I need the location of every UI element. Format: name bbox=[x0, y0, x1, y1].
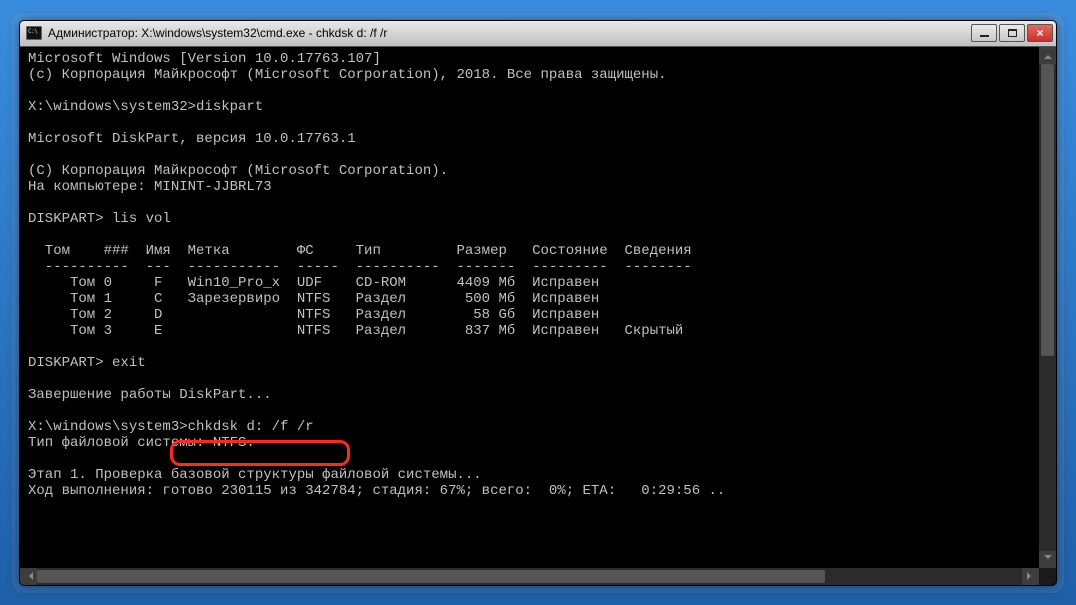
output-line: Тип файловой системы: NTFS. bbox=[28, 435, 255, 451]
scroll-up-button[interactable] bbox=[1039, 47, 1056, 64]
output-line: На компьютере: MININT-JJBRL73 bbox=[28, 179, 272, 195]
cmd-window: Администратор: X:\windows\system32\cmd.e… bbox=[19, 20, 1057, 586]
window-title: Администратор: X:\windows\system32\cmd.e… bbox=[48, 26, 971, 40]
maximize-button[interactable] bbox=[999, 24, 1025, 42]
output-line: Том ### Имя Метка ФС Тип Размер Состояни… bbox=[28, 243, 692, 259]
output-line: (c) Корпорация Майкрософт (Microsoft Cor… bbox=[28, 67, 667, 83]
scroll-track-h[interactable] bbox=[37, 568, 1022, 585]
vertical-scrollbar[interactable] bbox=[1039, 47, 1056, 568]
scroll-corner bbox=[1039, 568, 1056, 585]
output-line: ---------- --- ----------- ----- -------… bbox=[28, 259, 692, 275]
titlebar[interactable]: Администратор: X:\windows\system32\cmd.e… bbox=[20, 21, 1056, 47]
output-line: Ход выполнения: готово 230115 из 342784;… bbox=[28, 483, 725, 499]
output-line: Этап 1. Проверка базовой структуры файло… bbox=[28, 467, 482, 483]
close-button[interactable]: × bbox=[1027, 24, 1053, 42]
window-controls: × bbox=[971, 24, 1053, 42]
output-line: X:\windows\system32>diskpart bbox=[28, 99, 263, 115]
scroll-down-button[interactable] bbox=[1039, 551, 1056, 568]
terminal-output: Microsoft Windows [Version 10.0.17763.10… bbox=[28, 51, 1048, 499]
output-line: Microsoft Windows [Version 10.0.17763.10… bbox=[28, 51, 381, 67]
highlighted-command: >chkdsk d: /f /r bbox=[179, 419, 313, 435]
scroll-track[interactable] bbox=[1039, 64, 1056, 551]
horizontal-scrollbar[interactable] bbox=[20, 568, 1039, 585]
output-line: Microsoft DiskPart, версия 10.0.17763.1 bbox=[28, 131, 356, 147]
output-line: Том 0 F Win10_Pro_x UDF CD-ROM 4409 Мб И… bbox=[28, 275, 599, 291]
output-line: Завершение работы DiskPart... bbox=[28, 387, 272, 403]
scroll-left-button[interactable] bbox=[20, 568, 37, 585]
output-line: DISKPART> lis vol bbox=[28, 211, 171, 227]
minimize-button[interactable] bbox=[971, 24, 997, 42]
output-line: Том 1 C Зарезервиро NTFS Раздел 500 Мб И… bbox=[28, 291, 599, 307]
output-line: DISKPART> exit bbox=[28, 355, 146, 371]
scroll-thumb[interactable] bbox=[1041, 64, 1054, 356]
terminal-area[interactable]: Microsoft Windows [Version 10.0.17763.10… bbox=[20, 47, 1056, 585]
output-line: (C) Корпорация Майкрософт (Microsoft Cor… bbox=[28, 163, 448, 179]
scroll-thumb-h[interactable] bbox=[37, 570, 825, 583]
scroll-right-button[interactable] bbox=[1022, 568, 1039, 585]
prompt-prefix: X:\windows\system3 bbox=[28, 419, 179, 435]
cmd-icon bbox=[26, 26, 42, 40]
output-line: Том 3 E NTFS Раздел 837 Мб Исправен Скры… bbox=[28, 323, 683, 339]
output-line: Том 2 D NTFS Раздел 58 Gб Исправен bbox=[28, 307, 599, 323]
